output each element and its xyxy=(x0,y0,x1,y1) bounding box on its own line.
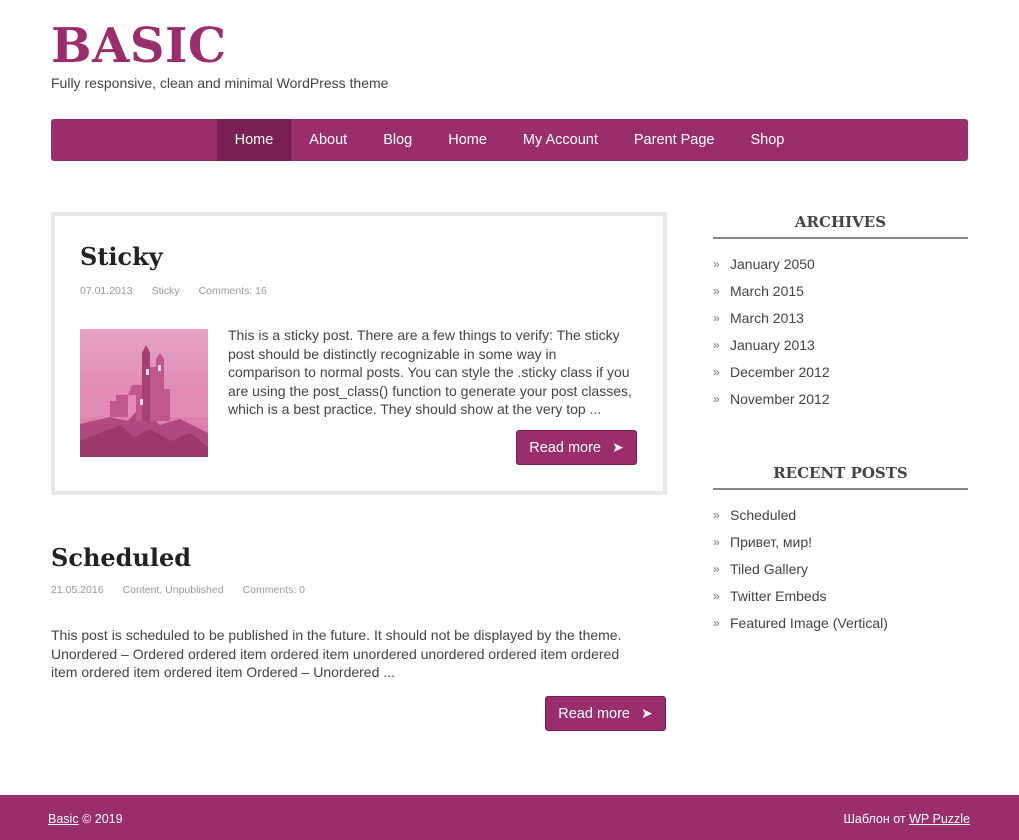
archive-link[interactable]: December 2012 xyxy=(730,364,830,380)
excerpt-line: Unordered – Ordered ordered item ordered… xyxy=(51,645,620,662)
archive-link[interactable]: March 2015 xyxy=(730,283,804,299)
archive-item: » March 2015 xyxy=(713,277,830,304)
post-sticky: Sticky 07.01.2013 Sticky Comments: 16 Th… xyxy=(51,212,667,495)
nav-item-about[interactable]: About xyxy=(291,119,365,161)
double-chevron-icon: » xyxy=(713,364,720,379)
footer-copyright: Basic © 2019 xyxy=(48,812,123,826)
excerpt-line: This is a sticky post. There are a few t… xyxy=(228,327,620,343)
nav-item-shop[interactable]: Shop xyxy=(733,119,803,161)
double-chevron-icon: » xyxy=(713,256,720,271)
widget-title-archives: ARCHIVES xyxy=(713,213,968,239)
post-comments[interactable]: Comments: 16 xyxy=(199,285,267,297)
post-thumbnail[interactable] xyxy=(80,329,208,457)
double-chevron-icon: » xyxy=(713,310,720,325)
archive-item: » December 2012 xyxy=(713,358,830,385)
archive-item: » January 2013 xyxy=(713,331,830,358)
post-comments[interactable]: Comments: 0 xyxy=(243,584,305,596)
archive-item: » March 2013 xyxy=(713,304,830,331)
recent-post-item: » Featured Image (Vertical) xyxy=(713,609,888,636)
recent-posts-list: » Scheduled » Привет, мир! » Tiled Gallery … xyxy=(713,501,888,636)
double-chevron-icon: » xyxy=(713,391,720,406)
archive-item: » January 2050 xyxy=(713,250,830,277)
excerpt-line: This post is scheduled to be published i… xyxy=(51,627,622,643)
excerpt-line: comparison to normal posts. You can styl… xyxy=(228,364,630,380)
double-chevron-icon: » xyxy=(713,507,720,522)
post-excerpt: This post is scheduled to be published i… xyxy=(51,626,671,682)
nav-item-home-2[interactable]: Home xyxy=(430,119,505,161)
recent-post-item: » Twitter Embeds xyxy=(713,582,888,609)
recent-post-item: » Tiled Gallery xyxy=(713,555,888,582)
archive-link[interactable]: November 2012 xyxy=(730,391,830,407)
copyright-text: © 2019 xyxy=(82,812,123,826)
double-chevron-icon: » xyxy=(713,588,720,603)
nav-item-my-account[interactable]: My Account xyxy=(505,119,616,161)
post-date[interactable]: 07.01.2013 xyxy=(80,285,133,297)
archives-list: » January 2050 » March 2015 » March 2013 » J… xyxy=(713,250,830,412)
post-category[interactable]: Content, Unpublished xyxy=(123,584,224,596)
recent-post-link[interactable]: Scheduled xyxy=(730,507,796,523)
post-date[interactable]: 21.05.2016 xyxy=(51,584,104,596)
double-chevron-icon: » xyxy=(713,337,720,352)
post-title[interactable]: Sticky xyxy=(80,242,163,271)
excerpt-line: item ordered item ordered item Ordered –… xyxy=(51,664,395,680)
recent-post-link[interactable]: Featured Image (Vertical) xyxy=(730,615,888,631)
post-excerpt: This is a sticky post. There are a few t… xyxy=(228,326,648,419)
read-more-label: Read more xyxy=(558,705,630,722)
arrow-right-icon: ➤ xyxy=(612,439,624,455)
double-chevron-icon: » xyxy=(713,283,720,298)
recent-post-link[interactable]: Tiled Gallery xyxy=(730,561,808,577)
widget-title-recent-posts: RECENT POSTS xyxy=(713,464,968,490)
read-more-label: Read more xyxy=(529,439,601,456)
post-title[interactable]: Scheduled xyxy=(51,543,191,572)
main-navigation: Home About Blog Home My Account Parent P… xyxy=(51,119,968,161)
footer-brand-link[interactable]: Basic xyxy=(48,812,79,826)
arrow-right-icon: ➤ xyxy=(641,705,653,721)
recent-post-item: » Привет, мир! xyxy=(713,528,888,555)
excerpt-line: are using the post_class() function to g… xyxy=(228,382,632,399)
recent-post-item: » Scheduled xyxy=(713,501,888,528)
credit-link[interactable]: WP Puzzle xyxy=(909,812,970,826)
nav-item-blog[interactable]: Blog xyxy=(365,119,430,161)
excerpt-line: post should be distinctly recognizable i… xyxy=(228,345,557,362)
site-footer: Basic © 2019 Шаблон от WP Puzzle xyxy=(0,795,1019,840)
castle-image-icon xyxy=(80,329,208,457)
post-category[interactable]: Sticky xyxy=(152,285,180,297)
read-more-button[interactable]: Read more ➤ xyxy=(545,696,666,731)
excerpt-line: which is a best practice. They should sh… xyxy=(228,401,602,417)
double-chevron-icon: » xyxy=(713,561,720,576)
recent-post-link[interactable]: Привет, мир! xyxy=(730,534,812,550)
site-description: Fully responsive, clean and minimal Word… xyxy=(51,75,389,91)
archive-link[interactable]: January 2050 xyxy=(730,256,815,272)
nav-item-parent-page[interactable]: Parent Page xyxy=(616,119,733,161)
footer-credit: Шаблон от WP Puzzle xyxy=(843,812,970,826)
archive-link[interactable]: January 2013 xyxy=(730,337,815,353)
double-chevron-icon: » xyxy=(713,615,720,630)
site-title[interactable]: BASIC xyxy=(51,18,227,74)
recent-post-link[interactable]: Twitter Embeds xyxy=(730,588,826,604)
nav-item-home[interactable]: Home xyxy=(216,119,292,161)
credit-prefix: Шаблон от xyxy=(843,812,906,826)
archive-link[interactable]: March 2013 xyxy=(730,310,804,326)
post-meta: 07.01.2013 Sticky Comments: 16 xyxy=(80,285,286,297)
double-chevron-icon: » xyxy=(713,534,720,549)
post-meta: 21.05.2016 Content, Unpublished Comments… xyxy=(51,584,324,596)
archive-item: » November 2012 xyxy=(713,385,830,412)
read-more-button[interactable]: Read more ➤ xyxy=(516,430,637,465)
